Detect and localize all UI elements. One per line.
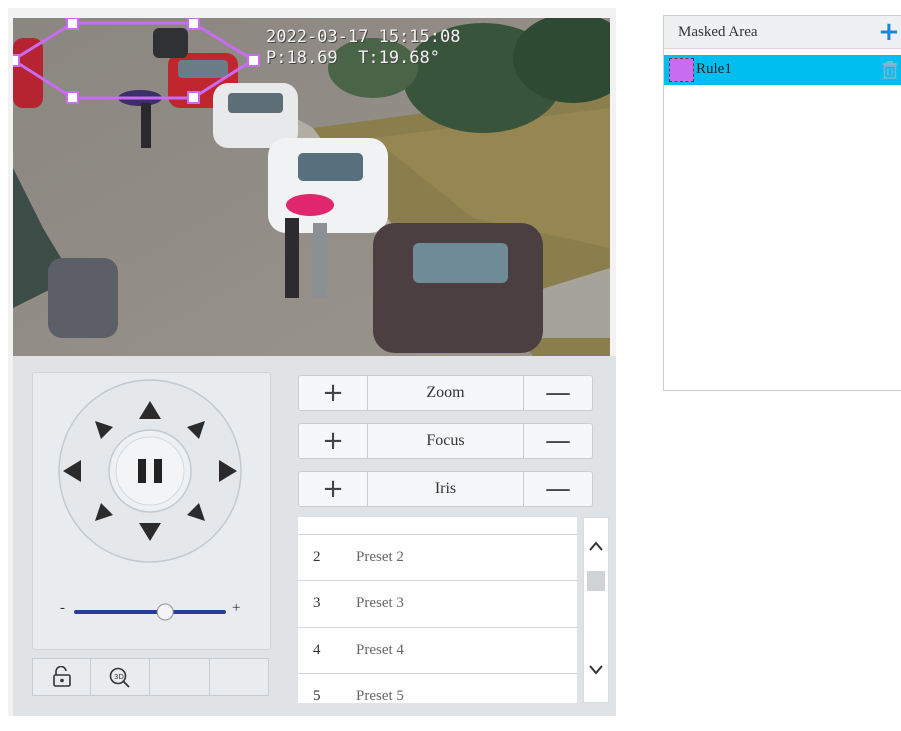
focus-label: Focus [426,432,465,449]
mask-vertex-handle [66,18,79,30]
speed-max-label: + [232,600,241,616]
preset-number: 2 [313,549,321,565]
speed-slider-thumb[interactable] [156,603,174,621]
iris-close-button[interactable]: — [523,472,592,506]
ptz-tool-empty-1[interactable] [149,658,210,696]
ptz-tool-empty-2[interactable] [209,658,269,696]
masked-area-panel: Masked Area + Rule1 [663,15,901,391]
preset-list: 2 Preset 2 3 Preset 3 4 Preset 4 5 Prese… [298,517,577,703]
preset-name: Preset 3 [356,595,404,611]
lock-icon [52,666,71,687]
rule-name: Rule1 [696,61,732,77]
iris-label: Iris [434,480,457,497]
scroll-thumb[interactable] [587,571,605,591]
mask-vertex-handle [187,18,200,30]
preset-name: Preset 4 [356,642,404,658]
masked-area-header: Masked Area + [664,16,901,49]
focus-far-button[interactable]: — [523,424,592,458]
mask-vertex-handle [66,91,79,104]
video-feed[interactable]: 2022-03-17 15:15:08 P:18.69 T:19.68° [13,18,610,356]
focus-near-button[interactable]: + [299,424,368,458]
delete-icon[interactable] [882,61,898,79]
osd-timestamp: 2022-03-17 15:15:08 [266,27,461,47]
3d-zoom-icon: 3D [109,667,130,688]
preset-name: Preset 2 [356,549,404,565]
preset-item[interactable]: 5 Preset 5 [298,673,577,703]
lock-button[interactable] [32,658,91,696]
zoom-in-button[interactable]: + [299,376,368,410]
3d-zoom-button[interactable]: 3D [90,658,150,696]
mask-vertex-handle [247,54,260,67]
iris-control: + Iris — [298,471,593,507]
osd-ptz-position: P:18.69 T:19.68° [266,48,440,68]
speed-min-label: - [60,600,65,616]
mask-vertex-handle [13,54,20,67]
zoom-out-button[interactable]: — [523,376,592,410]
ptz-direction-panel: - + [32,372,271,650]
zoom-label: Zoom [426,384,465,401]
preset-item[interactable]: 4 Preset 4 [298,627,577,673]
rule-color-swatch[interactable] [669,58,694,82]
preset-number: 5 [313,688,321,703]
add-mask-button[interactable]: + [878,18,900,46]
preset-item[interactable]: 3 Preset 3 [298,580,577,626]
mask-vertex-handle [187,91,200,104]
mask-rule-row[interactable]: Rule1 [664,55,901,85]
speed-slider-track[interactable] [74,610,226,614]
3d-label: 3D [114,673,124,681]
preset-name: Preset 5 [356,688,404,703]
focus-control: + Focus — [298,423,593,459]
scroll-down-icon[interactable] [584,660,608,680]
preset-item[interactable]: 2 Preset 2 [298,534,577,580]
scroll-up-icon[interactable] [584,536,608,556]
video-frame [13,18,610,356]
preset-scrollbar[interactable] [583,517,609,703]
preset-number: 4 [313,642,321,658]
zoom-control: + Zoom — [298,375,593,411]
iris-open-button[interactable]: + [299,472,368,506]
masked-area-title: Masked Area [678,24,758,40]
preset-number: 3 [313,595,321,611]
